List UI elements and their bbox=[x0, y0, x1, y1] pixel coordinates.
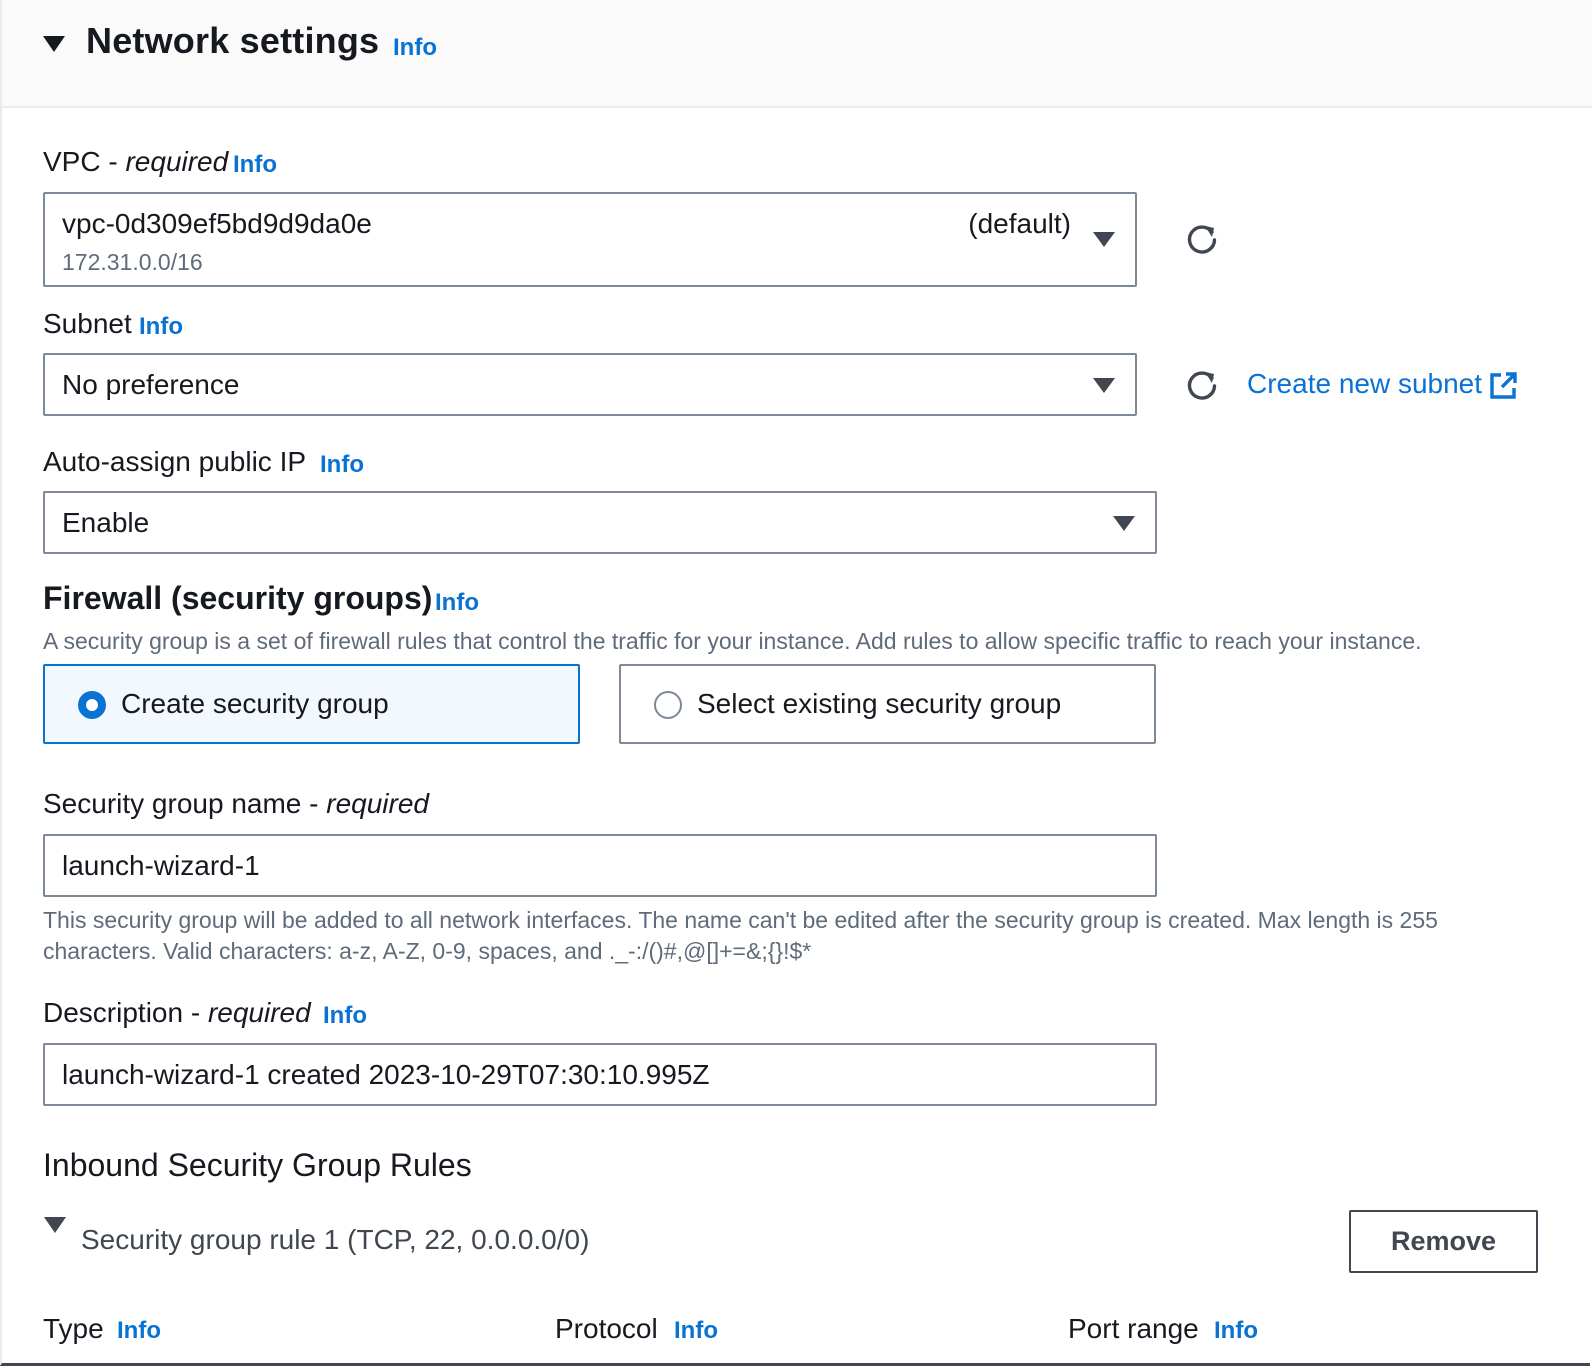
sg-name-label-text: Security group name - bbox=[43, 788, 327, 819]
firewall-description: A security group is a set of firewall ru… bbox=[43, 628, 1422, 654]
firewall-title: Firewall (security groups) bbox=[43, 580, 433, 616]
header-info-link[interactable]: Info bbox=[393, 34, 437, 62]
panel-header[interactable]: Network settings Info bbox=[2, 0, 1592, 108]
description-info-link[interactable]: Info bbox=[323, 1002, 367, 1030]
description-input[interactable]: launch-wizard-1 created 2023-10-29T07:30… bbox=[43, 1043, 1157, 1106]
remove-rule-button[interactable]: Remove bbox=[1349, 1210, 1538, 1273]
panel-title: Network settings bbox=[86, 20, 380, 61]
vpc-label: VPC - required bbox=[43, 146, 228, 178]
public-ip-info-link[interactable]: Info bbox=[320, 451, 364, 479]
sg-name-help-line1: This security group will be added to all… bbox=[43, 907, 1438, 933]
inbound-rules-title: Inbound Security Group Rules bbox=[43, 1147, 472, 1183]
sg-name-label: Security group name - required bbox=[43, 788, 429, 820]
subnet-refresh-icon[interactable] bbox=[1185, 368, 1219, 402]
external-link-icon[interactable] bbox=[1488, 371, 1518, 401]
type-info-link[interactable]: Info bbox=[117, 1317, 161, 1345]
sg-name-input[interactable]: launch-wizard-1 bbox=[43, 834, 1157, 897]
subnet-label: Subnet bbox=[43, 308, 132, 339]
create-sg-radio-icon[interactable] bbox=[78, 691, 106, 719]
subnet-value: No preference bbox=[62, 369, 240, 400]
vpc-default-tag: (default) bbox=[968, 208, 1071, 239]
subnet-dropdown-triangle-icon bbox=[1093, 378, 1115, 393]
vpc-select[interactable]: vpc-0d309ef5bd9d9da0e 172.31.0.0/16 (def… bbox=[43, 192, 1137, 287]
type-column-label: Type bbox=[43, 1313, 104, 1344]
vpc-dropdown-triangle-icon bbox=[1093, 232, 1115, 247]
create-security-group-option[interactable]: Create security group bbox=[43, 664, 580, 744]
protocol-column-label: Protocol bbox=[555, 1313, 658, 1344]
public-ip-value: Enable bbox=[62, 507, 150, 538]
network-settings-panel: Network settings Info VPC - required Inf… bbox=[0, 0, 1592, 1366]
description-label: Description - required bbox=[43, 997, 311, 1029]
vpc-cidr: 172.31.0.0/16 bbox=[62, 249, 203, 275]
create-new-subnet-link[interactable]: Create new subnet bbox=[1247, 368, 1482, 400]
protocol-info-link[interactable]: Info bbox=[674, 1317, 718, 1345]
rule-collapse-caret-icon[interactable] bbox=[44, 1217, 66, 1233]
public-ip-label: Auto-assign public IP bbox=[43, 446, 307, 477]
subnet-info-link[interactable]: Info bbox=[139, 313, 183, 341]
rule-1-title[interactable]: Security group rule 1 (TCP, 22, 0.0.0.0/… bbox=[81, 1224, 589, 1256]
vpc-value: vpc-0d309ef5bd9d9da0e bbox=[62, 208, 372, 239]
sg-name-required-text: required bbox=[326, 788, 429, 819]
firewall-info-link[interactable]: Info bbox=[435, 589, 479, 617]
sg-name-help-line2: characters. Valid characters: a-z, A-Z, … bbox=[43, 938, 812, 964]
select-existing-sg-label: Select existing security group bbox=[697, 688, 1062, 719]
public-ip-dropdown-triangle-icon bbox=[1113, 516, 1135, 531]
collapse-caret-icon[interactable] bbox=[43, 36, 65, 52]
vpc-refresh-icon[interactable] bbox=[1185, 222, 1219, 256]
description-required-text: required bbox=[207, 997, 311, 1028]
create-sg-label: Create security group bbox=[121, 688, 389, 719]
port-range-info-link[interactable]: Info bbox=[1214, 1317, 1258, 1345]
sg-name-value: launch-wizard-1 bbox=[62, 850, 260, 881]
public-ip-select[interactable]: Enable bbox=[43, 491, 1157, 554]
vpc-info-link[interactable]: Info bbox=[233, 151, 277, 179]
description-value: launch-wizard-1 created 2023-10-29T07:30… bbox=[62, 1059, 710, 1090]
port-range-column-label: Port range bbox=[1068, 1313, 1199, 1344]
vpc-label-text: VPC - bbox=[43, 146, 126, 177]
select-existing-sg-radio-icon[interactable] bbox=[654, 691, 682, 719]
description-label-text: Description - bbox=[43, 997, 208, 1028]
subnet-select[interactable]: No preference bbox=[43, 353, 1137, 416]
select-existing-security-group-option[interactable]: Select existing security group bbox=[619, 664, 1156, 744]
vpc-required-text: required bbox=[125, 146, 229, 177]
